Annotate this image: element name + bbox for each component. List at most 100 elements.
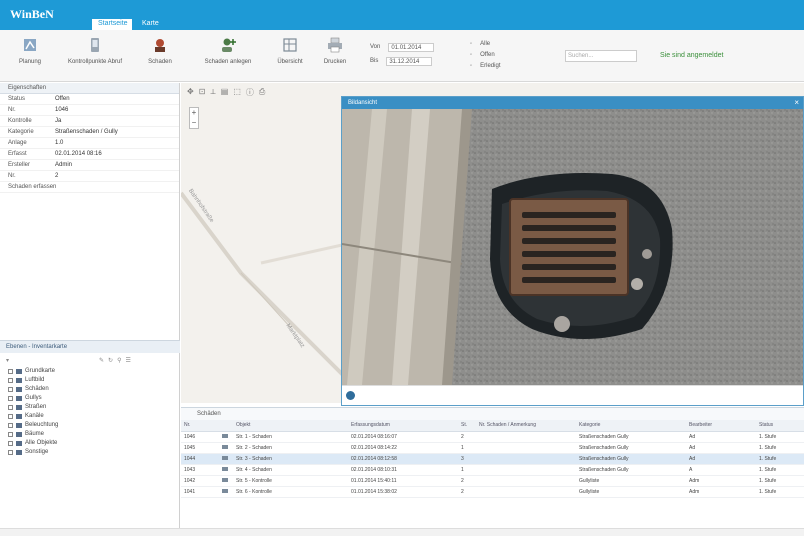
table-cell: 01.01.2014 15:38:02 [348, 486, 458, 498]
property-value[interactable]: Offen [55, 94, 179, 104]
table-row[interactable]: 1045 Str. 2 - Schaden 02.01.2014 08:14:2… [181, 442, 804, 454]
layer-item[interactable]: Kanäle [0, 412, 180, 421]
camera-icon[interactable] [219, 442, 233, 454]
layer-checkbox[interactable] [8, 378, 13, 383]
table-cell: 02.01.2014 08:16:07 [348, 431, 458, 443]
layers-icon[interactable]: ▤ [221, 87, 229, 99]
property-value[interactable]: Straßenschaden / Gully [55, 127, 179, 137]
table-row-selected[interactable]: 1044 Str. 3 - Schaden 02.01.2014 08:12:5… [181, 453, 804, 465]
camera-icon[interactable] [219, 475, 233, 487]
layer-item[interactable]: Sonstige [0, 448, 180, 457]
zoom-out-button[interactable]: − [190, 118, 198, 128]
property-row: Nr. 2 [0, 171, 179, 182]
layer-item[interactable]: Schäden [0, 385, 180, 394]
layer-item[interactable]: Gullys [0, 394, 180, 403]
table-cell: Ad [686, 431, 756, 443]
column-header[interactable]: Kategorie [576, 420, 686, 432]
device-icon [91, 38, 99, 52]
layer-item[interactable]: Grundkarte [0, 367, 180, 376]
add-user-icon [222, 38, 236, 52]
refresh-icon[interactable]: ↻ [108, 357, 113, 364]
layer-icon [16, 450, 22, 455]
property-value[interactable]: Admin [55, 160, 179, 170]
print-map-icon[interactable]: ⎙ [259, 87, 265, 99]
status-indicator-icon[interactable] [346, 391, 355, 400]
camera-icon[interactable] [219, 431, 233, 443]
layer-checkbox[interactable] [8, 423, 13, 428]
info-icon[interactable]: ⓘ [246, 87, 254, 99]
property-key: Status [8, 96, 26, 102]
zoom-in-button[interactable]: + [190, 108, 198, 118]
table-row[interactable]: 1042 Str. 5 - Kontrolle 01.01.2014 15:40… [181, 475, 804, 487]
add-damage-button[interactable]: Schaden anlegen [195, 36, 261, 78]
layer-checkbox[interactable] [8, 450, 13, 455]
property-value[interactable]: 2 [55, 171, 179, 181]
layer-item[interactable]: Bäume [0, 430, 180, 439]
to-label: Bis [370, 58, 379, 64]
select-icon[interactable]: ⬚ [233, 87, 241, 99]
table-cell: 1 [458, 464, 476, 476]
property-value[interactable]: 1.0 [55, 138, 179, 148]
column-header[interactable]: Nr. [181, 420, 219, 432]
tab-start[interactable]: Startseite [92, 19, 132, 30]
layer-icon [16, 369, 22, 374]
column-header[interactable]: St. [458, 420, 476, 432]
damage-button[interactable]: Schaden [130, 36, 190, 78]
measure-icon[interactable]: ⟂ [210, 87, 215, 99]
camera-icon[interactable] [219, 464, 233, 476]
filter-option-open[interactable]: ◦ Offen [470, 49, 500, 60]
layer-checkbox[interactable] [8, 405, 13, 410]
column-header[interactable]: Objekt [233, 420, 348, 432]
pan-icon[interactable]: ✥ [187, 87, 194, 99]
camera-icon[interactable] [219, 453, 233, 465]
property-row: Anlage 1.0 [0, 138, 179, 149]
layer-icon [16, 423, 22, 428]
column-header[interactable]: Bearbeiter [686, 420, 756, 432]
layer-item[interactable]: Beleuchtung [0, 421, 180, 430]
column-header[interactable]: Erfassungsdatum [348, 420, 458, 432]
print-button[interactable]: Drucken [310, 36, 360, 78]
filter-done-label: Erledigt [480, 62, 501, 69]
table-row[interactable]: 1043 Str. 4 - Schaden 02.01.2014 08:10:3… [181, 464, 804, 476]
layer-checkbox[interactable] [8, 414, 13, 419]
layer-checkbox[interactable] [8, 432, 13, 437]
filter-icon[interactable]: ⚲ [117, 357, 121, 364]
column-header[interactable]: Status [756, 420, 804, 432]
table-row[interactable]: 1041 Str. 6 - Kontrolle 01.01.2014 15:38… [181, 486, 804, 498]
layer-item[interactable]: Alle Objekte [0, 439, 180, 448]
table-cell: 1. Stufe [756, 486, 804, 498]
camera-icon[interactable] [219, 486, 233, 498]
search-input[interactable]: Suchen... [565, 50, 637, 62]
image-viewer-header[interactable]: Bildansicht × [342, 97, 803, 109]
settings-icon[interactable]: ☰ [125, 357, 130, 364]
layer-icon [16, 441, 22, 446]
layer-checkbox[interactable] [8, 369, 13, 374]
layer-item[interactable]: Straßen [0, 403, 180, 412]
edit-icon[interactable]: ✎ [99, 357, 104, 364]
property-value[interactable]: 02.01.2014 08:16 [55, 149, 179, 159]
tab-map[interactable]: Karte [136, 19, 165, 30]
property-key: Ersteller [8, 162, 31, 168]
filter-option-done[interactable]: ◦ Erledigt [470, 60, 500, 71]
property-value[interactable]: Ja [55, 116, 179, 126]
to-date-input[interactable]: 31.12.2014 [386, 56, 433, 66]
layer-checkbox[interactable] [8, 396, 13, 401]
planning-button[interactable]: Planung [0, 36, 60, 78]
expand-icon[interactable]: ▾ [6, 357, 9, 364]
table-cell: 3 [458, 453, 476, 465]
filter-option-all[interactable]: ◦ Alle [470, 38, 500, 49]
table-row[interactable]: 1046 Str. 1 - Schaden 02.01.2014 08:16:0… [181, 431, 804, 443]
close-icon[interactable]: × [794, 98, 799, 108]
property-value[interactable]: 1046 [55, 105, 179, 115]
column-header[interactable] [219, 420, 233, 432]
layer-item[interactable]: Luftbild [0, 376, 180, 385]
table-cell: 1045 [181, 442, 219, 454]
column-header[interactable]: Nr. Schaden / Anmerkung [476, 420, 576, 432]
checkpoints-button[interactable]: Kontrollpunkte Abruf [62, 36, 128, 78]
zoom-box-icon[interactable]: ⊡ [199, 87, 206, 99]
layer-label: Bäume [25, 431, 45, 437]
layer-checkbox[interactable] [8, 441, 13, 446]
ribbon-toolbar: Planung Kontrollpunkte Abruf Schaden Sch… [0, 30, 804, 82]
from-date-input[interactable]: 01.01.2014 [388, 42, 435, 52]
layer-checkbox[interactable] [8, 387, 13, 392]
